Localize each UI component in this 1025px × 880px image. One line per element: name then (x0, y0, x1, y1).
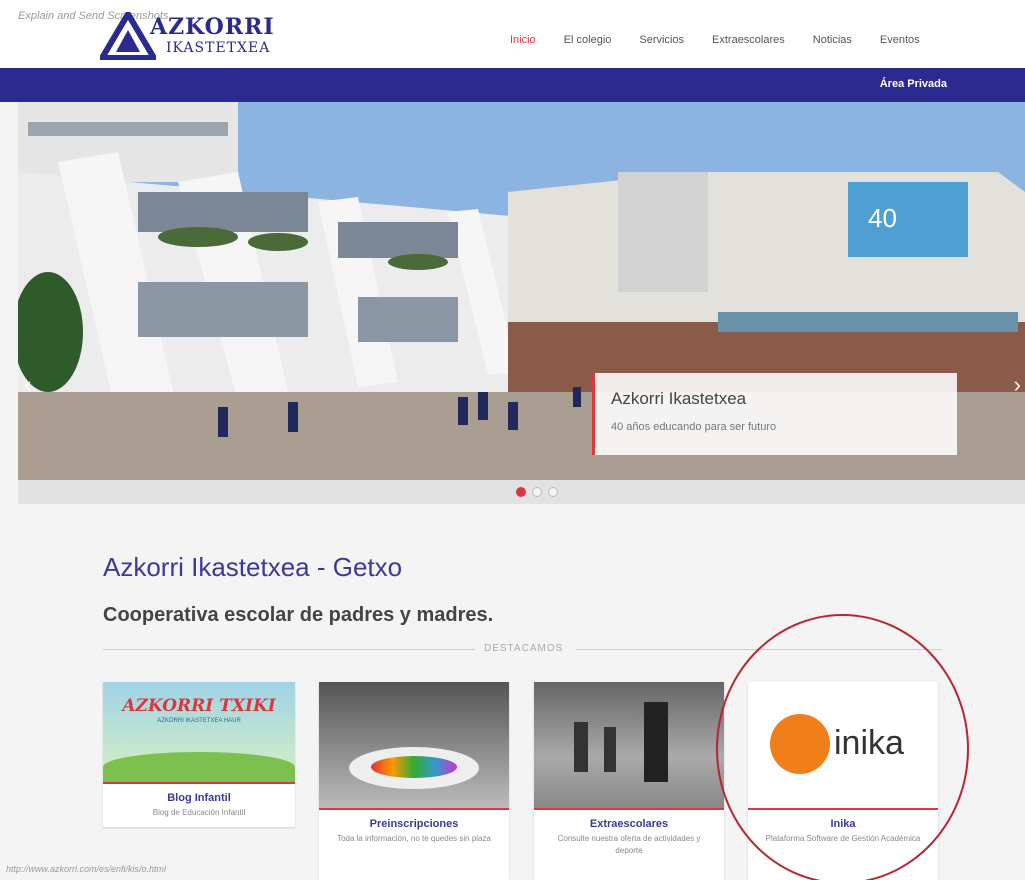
section-label: DESTACAMOS (484, 643, 564, 654)
nav-item-extraescolares[interactable]: Extraescolares (712, 34, 785, 46)
card-blog-infantil[interactable]: AZKORRI TXIKI AZKORRI IKASTETXEA HAUR Bl… (103, 682, 295, 827)
card-description: Consulte nuestra oferta de actividades y… (557, 834, 701, 855)
logo-triangle-icon (100, 12, 156, 60)
preinscripciones-image (319, 682, 509, 808)
slider-dot-3[interactable] (548, 487, 558, 497)
card-title[interactable]: Extraescolares (534, 818, 724, 830)
banner-40-text: 40 (868, 203, 897, 233)
chevron-left-icon[interactable]: ‹ (24, 372, 31, 398)
private-area-link[interactable]: Área Privada (880, 78, 947, 90)
divider (103, 649, 475, 650)
chevron-right-icon[interactable]: › (1014, 372, 1021, 398)
private-bar: Área Privada (0, 68, 1025, 102)
card-title[interactable]: Blog Infantil (103, 792, 295, 804)
card-description: Toda la información, no te quedes sin pl… (337, 834, 491, 843)
nav-item-el-colegio[interactable]: El colegio (564, 34, 612, 46)
card-extraescolares[interactable]: Extraescolares Consulte nuestra oferta d… (534, 682, 724, 880)
caption-title: Azkorri Ikastetxea (611, 389, 747, 408)
logo-line1: AZKORRI (150, 14, 275, 40)
main-nav: Inicio El colegio Servicios Extraescolar… (510, 34, 948, 46)
blog-image-title: AZKORRI TXIKI (122, 696, 276, 716)
page-title: Azkorri Ikastetxea - Getxo (103, 552, 403, 582)
slider-caption: Azkorri Ikastetxea 40 años educando para… (592, 373, 957, 455)
card-title[interactable]: Preinscripciones (319, 818, 509, 830)
blog-image-subtitle: AZKORRI IKASTETXEA HAUR (157, 718, 241, 724)
logo-line2: IKASTETXEA (166, 40, 271, 56)
site-logo[interactable]: AZKORRI IKASTETXEA (100, 8, 280, 64)
status-url: http://www.azkorri.com/es/enfi/kis/o.htm… (6, 864, 167, 874)
nav-item-eventos[interactable]: Eventos (880, 34, 920, 46)
slider-pagination (18, 480, 1025, 504)
nav-item-servicios[interactable]: Servicios (639, 34, 684, 46)
slider-dot-2[interactable] (532, 487, 542, 497)
nav-item-noticias[interactable]: Noticias (813, 34, 852, 46)
page: Explain and Send Screenshots AZKORRI IKA… (0, 0, 1025, 880)
blog-infantil-image: AZKORRI TXIKI AZKORRI IKASTETXEA HAUR (103, 682, 295, 782)
caption-subtitle: 40 años educando para ser futuro (611, 421, 777, 433)
nav-item-inicio[interactable]: Inicio (510, 34, 536, 46)
extraescolares-image (534, 682, 724, 808)
page-subtitle: Cooperativa escolar de padres y madres. (103, 604, 494, 626)
slider-dot-1[interactable] (516, 487, 526, 497)
card-preinscripciones[interactable]: Preinscripciones Toda la información, no… (319, 682, 509, 880)
card-description: Blog de Educación Infantil (152, 808, 246, 817)
header: Explain and Send Screenshots AZKORRI IKA… (0, 0, 1025, 68)
highlight-circle (716, 614, 969, 880)
